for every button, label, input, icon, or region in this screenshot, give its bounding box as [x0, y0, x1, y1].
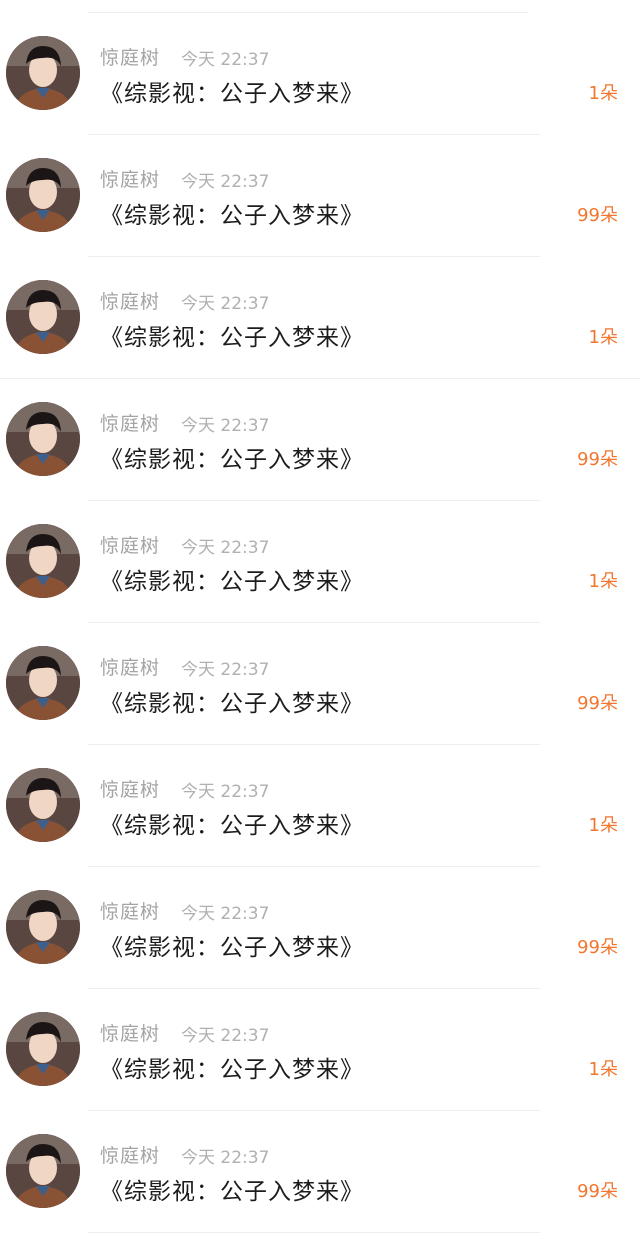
list-item[interactable]: 惊庭树 今天 22:37 《综影视：公子入梦来》 1朵: [0, 989, 640, 1111]
list-item[interactable]: 惊庭树 今天 22:37 《综影视：公子入梦来》 99朵: [0, 623, 640, 745]
timestamp: 今天 22:37: [181, 782, 270, 802]
gift-count: 99朵: [577, 937, 618, 958]
user-name: 惊庭树: [100, 169, 161, 191]
gift-count: 1朵: [588, 571, 618, 592]
avatar-portrait-icon: [6, 646, 80, 720]
timestamp: 今天 22:37: [181, 50, 270, 70]
avatar[interactable]: [6, 768, 80, 842]
book-title: 《综影视：公子入梦来》: [100, 691, 364, 717]
timestamp: 今天 22:37: [181, 660, 270, 680]
timestamp: 今天 22:37: [181, 1026, 270, 1046]
list-item[interactable]: 惊庭树 今天 22:37 《综影视：公子入梦来》 1朵: [0, 13, 640, 135]
avatar[interactable]: [6, 402, 80, 476]
user-name: 惊庭树: [100, 535, 161, 557]
user-name: 惊庭树: [100, 1145, 161, 1167]
gift-count: 99朵: [577, 693, 618, 714]
gift-count: 99朵: [577, 205, 618, 226]
row-divider: [88, 1232, 540, 1233]
timestamp: 今天 22:37: [181, 1148, 270, 1168]
avatar[interactable]: [6, 158, 80, 232]
list-item[interactable]: 惊庭树 今天 22:37 《综影视：公子入梦来》 99朵: [0, 1111, 640, 1233]
user-name: 惊庭树: [100, 779, 161, 801]
avatar-portrait-icon: [6, 158, 80, 232]
gift-count: 1朵: [588, 815, 618, 836]
avatar-portrait-icon: [6, 36, 80, 110]
book-title: 《综影视：公子入梦来》: [100, 569, 364, 595]
list-item[interactable]: 惊庭树 今天 22:37 《综影视：公子入梦来》 99朵: [0, 379, 640, 501]
avatar[interactable]: [6, 524, 80, 598]
gift-count: 99朵: [577, 1181, 618, 1202]
book-title: 《综影视：公子入梦来》: [100, 813, 364, 839]
user-name: 惊庭树: [100, 657, 161, 679]
avatar[interactable]: [6, 646, 80, 720]
book-title: 《综影视：公子入梦来》: [100, 447, 364, 473]
avatar-portrait-icon: [6, 280, 80, 354]
book-title: 《综影视：公子入梦来》: [100, 1057, 364, 1083]
avatar-portrait-icon: [6, 1012, 80, 1086]
book-title: 《综影视：公子入梦来》: [100, 1179, 364, 1205]
avatar[interactable]: [6, 890, 80, 964]
avatar-portrait-icon: [6, 1134, 80, 1208]
user-name: 惊庭树: [100, 901, 161, 923]
avatar-portrait-icon: [6, 402, 80, 476]
user-name: 惊庭树: [100, 47, 161, 69]
book-title: 《综影视：公子入梦来》: [100, 935, 364, 961]
timestamp: 今天 22:37: [181, 538, 270, 558]
list-item[interactable]: 惊庭树 今天 22:37 《综影视：公子入梦来》 99朵: [0, 867, 640, 989]
book-title: 《综影视：公子入梦来》: [100, 81, 364, 107]
list-item[interactable]: 惊庭树 今天 22:37 《综影视：公子入梦来》 99朵: [0, 135, 640, 257]
avatar[interactable]: [6, 280, 80, 354]
gift-record-list: 惊庭树 今天 22:37 《综影视：公子入梦来》 1朵 惊庭树 今天 22:37…: [0, 13, 640, 1233]
avatar-portrait-icon: [6, 768, 80, 842]
gift-count: 99朵: [577, 449, 618, 470]
timestamp: 今天 22:37: [181, 416, 270, 436]
list-item[interactable]: 惊庭树 今天 22:37 《综影视：公子入梦来》 1朵: [0, 501, 640, 623]
avatar[interactable]: [6, 1134, 80, 1208]
user-name: 惊庭树: [100, 291, 161, 313]
avatar[interactable]: [6, 1012, 80, 1086]
book-title: 《综影视：公子入梦来》: [100, 325, 364, 351]
timestamp: 今天 22:37: [181, 904, 270, 924]
avatar[interactable]: [6, 36, 80, 110]
user-name: 惊庭树: [100, 413, 161, 435]
book-title: 《综影视：公子入梦来》: [100, 203, 364, 229]
avatar-portrait-icon: [6, 524, 80, 598]
gift-count: 1朵: [588, 83, 618, 104]
gift-count: 1朵: [588, 1059, 618, 1080]
list-item[interactable]: 惊庭树 今天 22:37 《综影视：公子入梦来》 1朵: [0, 745, 640, 867]
user-name: 惊庭树: [100, 1023, 161, 1045]
timestamp: 今天 22:37: [181, 172, 270, 192]
avatar-portrait-icon: [6, 890, 80, 964]
list-item[interactable]: 惊庭树 今天 22:37 《综影视：公子入梦来》 1朵: [0, 257, 640, 379]
gift-count: 1朵: [588, 327, 618, 348]
timestamp: 今天 22:37: [181, 294, 270, 314]
